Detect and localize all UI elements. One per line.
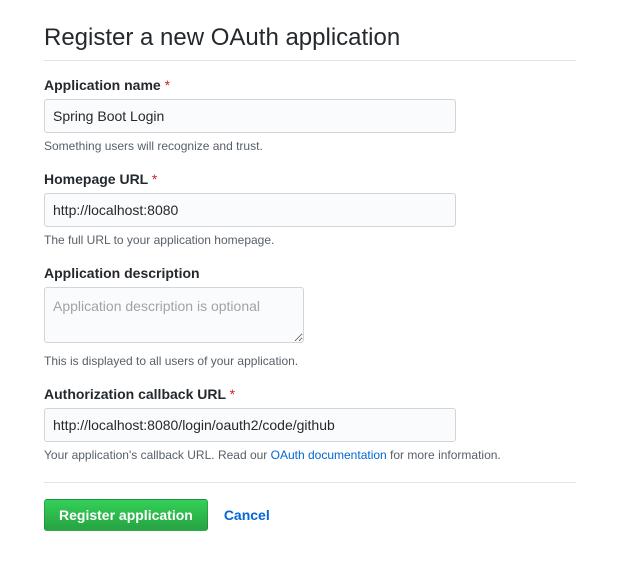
homepage-url-input[interactable] — [44, 193, 456, 227]
app-name-label-text: Application name — [44, 77, 161, 93]
form-actions: Register application Cancel — [44, 482, 576, 531]
callback-url-label-text: Authorization callback URL — [44, 386, 226, 402]
callback-url-hint: Your application's callback URL. Read ou… — [44, 448, 576, 462]
description-hint: This is displayed to all users of your a… — [44, 354, 576, 368]
app-name-hint: Something users will recognize and trust… — [44, 139, 576, 153]
required-asterisk: * — [165, 77, 170, 93]
description-textarea[interactable] — [44, 287, 304, 343]
required-asterisk: * — [152, 171, 157, 187]
callback-url-label: Authorization callback URL * — [44, 386, 576, 402]
callback-url-hint-prefix: Your application's callback URL. Read ou… — [44, 448, 271, 462]
app-name-label: Application name * — [44, 77, 576, 93]
homepage-url-label: Homepage URL * — [44, 171, 576, 187]
description-label-text: Application description — [44, 265, 200, 281]
homepage-url-hint: The full URL to your application homepag… — [44, 233, 576, 247]
form-group-app-name: Application name * Something users will … — [44, 77, 576, 153]
callback-url-hint-suffix: for more information. — [387, 448, 501, 462]
required-asterisk: * — [230, 386, 235, 402]
oauth-documentation-link[interactable]: OAuth documentation — [271, 448, 387, 462]
app-name-input[interactable] — [44, 99, 456, 133]
description-label: Application description — [44, 265, 576, 281]
register-application-button[interactable]: Register application — [44, 499, 208, 531]
form-group-homepage-url: Homepage URL * The full URL to your appl… — [44, 171, 576, 247]
form-group-callback-url: Authorization callback URL * Your applic… — [44, 386, 576, 462]
cancel-link[interactable]: Cancel — [224, 507, 270, 523]
form-group-description: Application description This is displaye… — [44, 265, 576, 368]
homepage-url-label-text: Homepage URL — [44, 171, 148, 187]
callback-url-input[interactable] — [44, 408, 456, 442]
page-title: Register a new OAuth application — [44, 24, 576, 61]
